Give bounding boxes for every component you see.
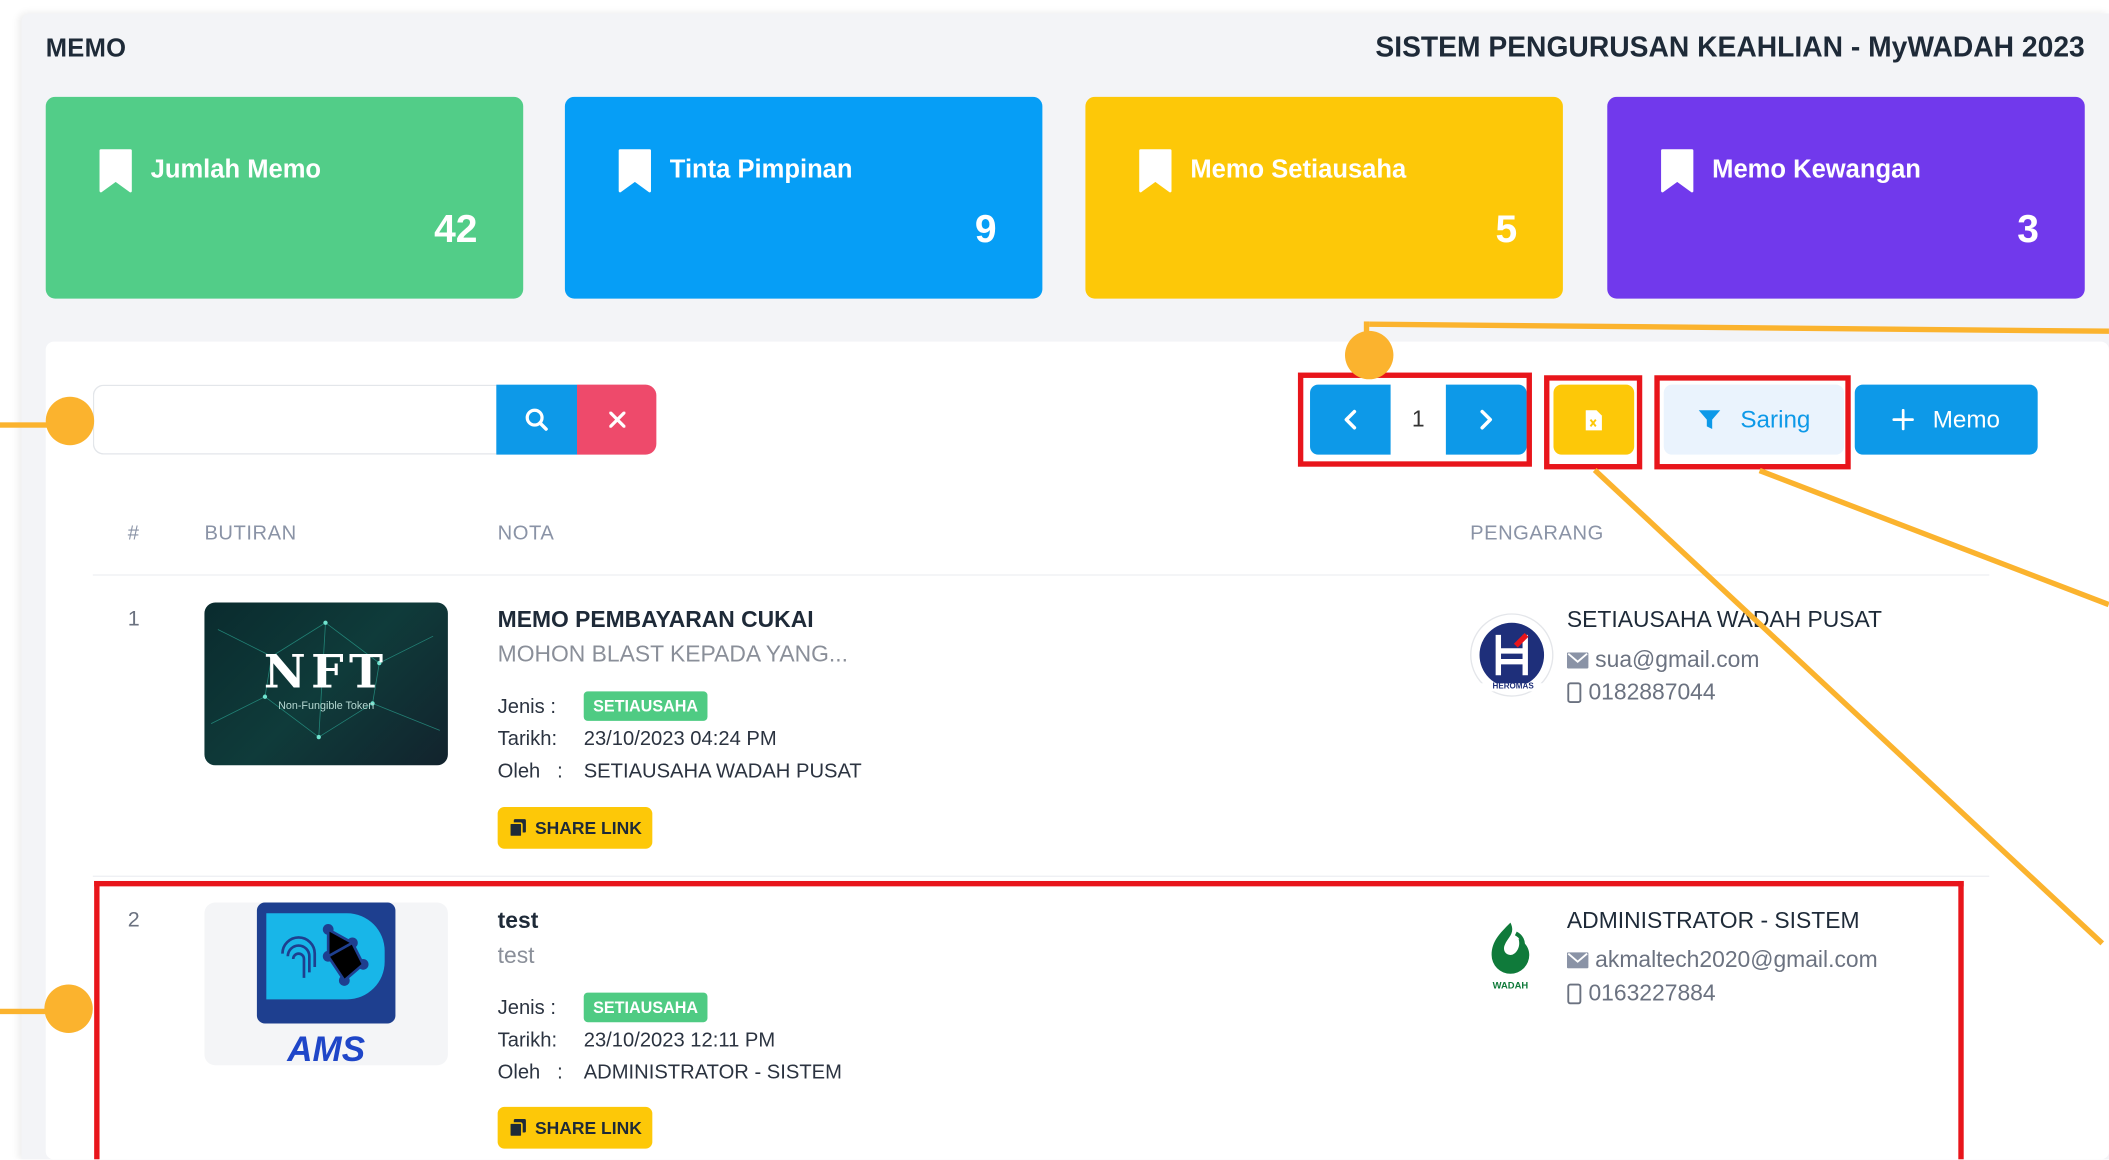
search-icon [525, 408, 548, 431]
column-header-pengarang: PENGARANG [1470, 521, 1604, 545]
copy-icon [508, 819, 526, 838]
callout-dot-row [44, 984, 93, 1033]
stat-card-label: Memo Setiausaha [1190, 156, 1407, 185]
author-email-text: sua@gmail.com [1595, 646, 1760, 673]
bookmark-icon [99, 149, 132, 193]
stat-card-memo-kewangan[interactable]: Memo Kewangan 3 [1607, 96, 2085, 299]
annotation-box-memo-row [94, 880, 1964, 1160]
memo-subtitle: MOHON BLAST KEPADA YANG... [497, 641, 848, 668]
add-memo-button[interactable]: Memo [1854, 384, 2038, 455]
stat-card-tinta-pimpinan[interactable]: Tinta Pimpinan 9 [564, 96, 1043, 299]
bookmark-icon [1139, 149, 1172, 193]
author-logo-graphic [1479, 622, 1545, 688]
author-phone[interactable]: 0182887044 [1567, 679, 1716, 706]
stat-card-label: Memo Kewangan [1712, 156, 1921, 185]
page-title: MEMO [45, 34, 127, 64]
row-divider [92, 875, 1990, 877]
stat-card-value: 5 [1495, 208, 1518, 252]
author-name: SETIAUSAHA WADAH PUSAT [1566, 606, 1883, 633]
plus-icon [1892, 408, 1914, 431]
phone-icon [1567, 682, 1582, 704]
author-avatar: HEROMAS [1470, 613, 1555, 697]
memo-title[interactable]: MEMO PEMBAYARAN CUKAI [498, 607, 814, 634]
bookmark-icon [1661, 149, 1694, 193]
search-button[interactable] [496, 384, 578, 455]
callout-line-row [0, 1008, 49, 1015]
bookmark-icon [618, 149, 651, 193]
stat-card-label: Tinta Pimpinan [669, 156, 853, 185]
stat-card-memo-setiausaha[interactable]: Memo Setiausaha 5 [1085, 96, 1563, 299]
envelope-icon [1566, 652, 1589, 669]
stat-card-label: Jumlah Memo [150, 156, 322, 185]
annotation-box-pagination [1297, 372, 1532, 467]
column-header-nota: NOTA [497, 521, 555, 545]
author-logo-text: HEROMAS [1471, 683, 1555, 692]
stat-card-value: 42 [434, 208, 478, 252]
close-icon [608, 411, 625, 428]
column-header-number: # [127, 521, 140, 545]
share-link-label: SHARE LINK [534, 817, 642, 838]
clear-search-button[interactable] [577, 384, 657, 455]
add-memo-label: Memo [1932, 405, 2001, 433]
share-link-button[interactable]: SHARE LINK [497, 807, 653, 849]
system-title: SISTEM PENGURUSAN KEAHLIAN - MyWADAH 202… [1375, 32, 2085, 64]
stat-card-value: 9 [974, 208, 997, 252]
annotation-box-export [1544, 375, 1643, 470]
annotation-box-filter [1654, 375, 1851, 470]
tarikh-value: 23/10/2023 04:24 PM [583, 727, 777, 751]
oleh-value: SETIAUSAHA WADAH PUSAT [583, 759, 862, 783]
screenshot: MEMO SISTEM PENGURUSAN KEAHLIAN - MyWADA… [0, 0, 2109, 1160]
thumbnail-subtitle: Non-Fungible Token [278, 699, 375, 712]
thumbnail-title: NFT [263, 645, 389, 700]
column-header-butiran: BUTIRAN [204, 521, 297, 545]
tarikh-label: Tarikh: [497, 727, 558, 751]
memo-thumbnail[interactable]: NFT Non-Fungible Token [204, 602, 448, 766]
search-input[interactable] [92, 384, 497, 455]
callout-dot-pagination [1345, 330, 1394, 380]
row-number: 1 [127, 607, 140, 631]
callout-dot-search [45, 396, 95, 446]
author-email[interactable]: sua@gmail.com [1566, 646, 1760, 674]
stat-card-jumlah-memo[interactable]: Jumlah Memo 42 [45, 96, 524, 299]
jenis-label: Jenis : [497, 695, 556, 719]
oleh-label: Oleh : [497, 759, 563, 783]
jenis-badge: SETIAUSAHA [583, 691, 708, 721]
stat-card-value: 3 [2017, 208, 2040, 252]
author-phone-text: 0182887044 [1588, 679, 1716, 705]
callout-line-search [0, 422, 49, 428]
